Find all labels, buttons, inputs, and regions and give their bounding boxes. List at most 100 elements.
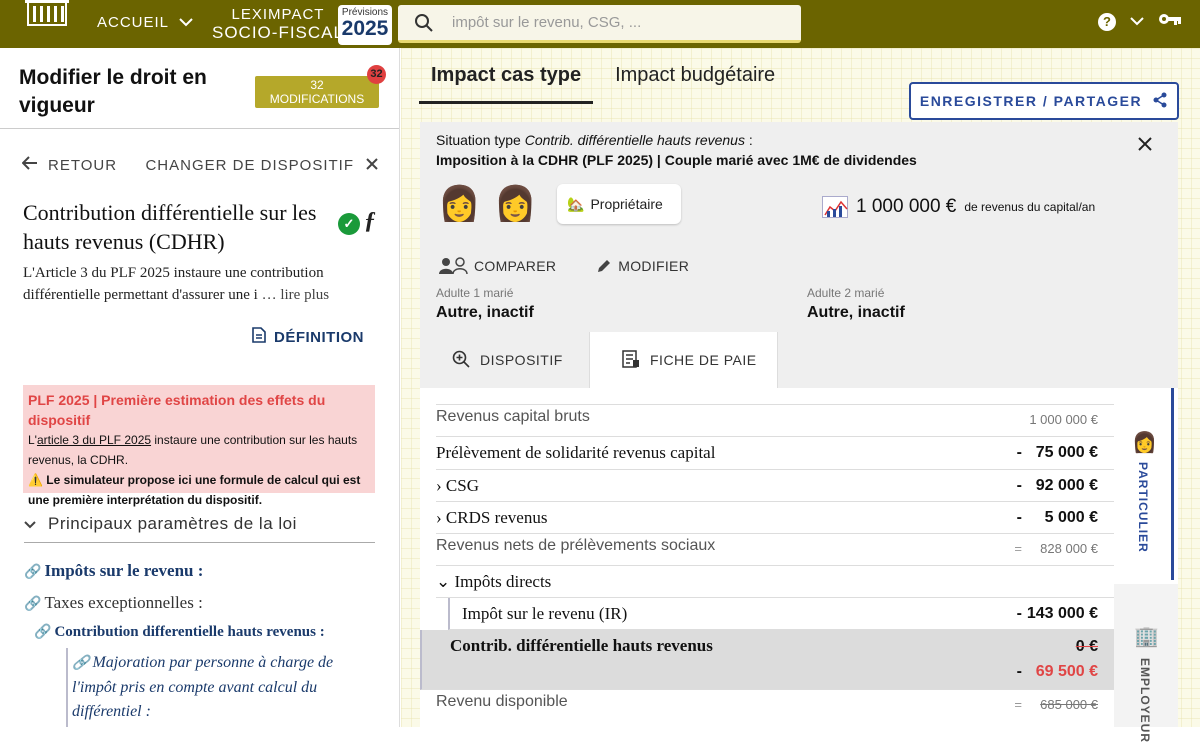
main-tabs: Impact cas type Impact budgétaire bbox=[419, 48, 787, 104]
verified-check-icon: ✓ bbox=[338, 213, 360, 235]
table-row-highlighted: Contrib. différentielle hauts revenus 0 … bbox=[420, 630, 1114, 690]
help-icon[interactable]: ? bbox=[1098, 12, 1116, 31]
previsions-badge: Prévisions 2025 bbox=[338, 5, 392, 45]
link-impots-revenu[interactable]: 🔗 Impôts sur le revenu : bbox=[24, 561, 203, 581]
link-cdhr[interactable]: 🔗 Contribution differentielle hauts reven… bbox=[34, 624, 325, 641]
modify-button[interactable]: MODIFIER bbox=[596, 257, 689, 275]
params-section-toggle[interactable]: Principaux paramètres de la loi bbox=[24, 514, 375, 543]
close-icon[interactable] bbox=[366, 157, 378, 174]
table-row: Revenus capital bruts 1 000 000 € bbox=[436, 404, 1114, 437]
building-icon: 🏢 bbox=[1134, 626, 1159, 648]
pencil-icon bbox=[596, 258, 612, 274]
table-row-expandable[interactable]: ⌄ Impôts directs bbox=[436, 566, 1114, 598]
adult2-label: Adulte 2 marié bbox=[807, 286, 885, 300]
tab-impact-budgetaire[interactable]: Impact budgétaire bbox=[603, 48, 787, 104]
save-share-button[interactable]: ENREGISTRER / PARTAGER bbox=[909, 82, 1179, 120]
table-row-expandable[interactable]: › CSG - 92 000 € bbox=[436, 470, 1114, 502]
change-provision-button[interactable]: CHANGER DE DISPOSITIF bbox=[145, 157, 378, 174]
left-panel: Modifier le droit en vigueur 32 MODIFICA… bbox=[0, 48, 400, 727]
compare-button[interactable]: COMPARER bbox=[438, 257, 556, 275]
read-more-link[interactable]: … lire plus bbox=[262, 287, 330, 303]
table-row: Prélèvement de solidarité revenus capita… bbox=[436, 437, 1114, 470]
top-bar: ACCUEIL LEXIMPACT SOCIO-FISCAL Prévision… bbox=[0, 0, 1200, 48]
capital-chart-icon bbox=[822, 196, 848, 218]
alert-text: L'article 3 du PLF 2025 instaure une con… bbox=[28, 433, 358, 467]
situation-header: Situation type Contrib. différentielle h… bbox=[436, 132, 917, 168]
person-adult-1-icon[interactable]: 👩 bbox=[438, 184, 482, 224]
person-adult-2-icon[interactable]: 👩 bbox=[494, 184, 538, 224]
definition-label: DÉFINITION bbox=[274, 328, 364, 346]
previsions-year: 2025 bbox=[341, 17, 389, 40]
assemblee-nationale-logo[interactable] bbox=[18, 0, 76, 46]
side-tab-particulier-label: PARTICULIER bbox=[1136, 462, 1150, 553]
alert-title: PLF 2025 | Première estimation des effet… bbox=[28, 392, 326, 428]
owner-chip[interactable]: 🏡 Propriétaire bbox=[557, 184, 681, 224]
document-icon bbox=[252, 327, 266, 347]
compare-label: COMPARER bbox=[474, 258, 557, 274]
provision-title: Contribution différentielle sur les haut… bbox=[23, 200, 317, 254]
arrow-left-icon bbox=[21, 156, 38, 174]
person-icon: 👩 bbox=[1132, 432, 1157, 454]
table-row-expandable[interactable]: › CRDS revenus - 5 000 € bbox=[436, 502, 1114, 534]
accueil-menu[interactable]: ACCUEIL bbox=[97, 14, 193, 31]
compare-persons-icon bbox=[438, 257, 468, 275]
owner-label: Propriétaire bbox=[590, 196, 663, 212]
link-majoration[interactable]: 🔗 Majoration par personne à charge de l'i… bbox=[72, 651, 342, 724]
revenue-amount: 1 000 000 € bbox=[856, 196, 957, 217]
brand-line2: SOCIO-FISCAL bbox=[212, 23, 344, 42]
revenue-label: de revenus du capital/an bbox=[964, 200, 1096, 214]
search-bar bbox=[398, 5, 801, 43]
table-row: Revenu disponible = 685 000 € bbox=[436, 693, 1098, 712]
accueil-label: ACCUEIL bbox=[97, 14, 170, 31]
tab-fiche-de-paie[interactable]: FICHE DE PAIE bbox=[589, 332, 778, 388]
side-tab-employeur[interactable]: 🏢 EMPLOYEUR bbox=[1114, 584, 1178, 743]
case-card: Situation type Contrib. différentielle h… bbox=[420, 122, 1178, 743]
modifications-badge: 32 bbox=[367, 65, 386, 84]
modifications-count: 32 bbox=[310, 78, 324, 92]
modify-label: MODIFIER bbox=[618, 258, 690, 274]
back-button[interactable]: RETOUR bbox=[21, 156, 117, 174]
brand-line1: LEXIMPACT bbox=[231, 6, 325, 23]
tab-dispositif[interactable]: DISPOSITIF bbox=[452, 332, 563, 388]
sub-tabs: DISPOSITIF FICHE DE PAIE bbox=[420, 332, 1178, 388]
side-tabs: 👩 PARTICULIER 🏢 EMPLOYEUR bbox=[1114, 388, 1178, 743]
side-tab-particulier[interactable]: 👩 PARTICULIER bbox=[1114, 388, 1174, 580]
article-link[interactable]: article 3 du PLF 2025 bbox=[37, 433, 151, 447]
panel-title: Modifier le droit en vigueur bbox=[19, 66, 207, 117]
capital-revenue[interactable]: 1 000 000 € de revenus du capital/an bbox=[822, 196, 1095, 218]
chevron-down-icon[interactable] bbox=[1130, 13, 1144, 31]
search-input[interactable] bbox=[452, 14, 782, 31]
tab-impact-cas-type[interactable]: Impact cas type bbox=[419, 48, 594, 104]
tab-fiche-de-paie-label: FICHE DE PAIE bbox=[650, 352, 757, 368]
adult1-label: Adulte 1 marié bbox=[436, 286, 514, 300]
modifications-label: MODIFICATIONS bbox=[269, 92, 365, 106]
adult1-value: Autre, inactif bbox=[436, 304, 534, 321]
brand[interactable]: LEXIMPACT SOCIO-FISCAL bbox=[212, 6, 344, 42]
link-taxes-exceptionnelles[interactable]: 🔗 Taxes exceptionnelles : bbox=[24, 593, 203, 613]
chevron-down-icon bbox=[24, 514, 36, 534]
link-icon: 🔗 bbox=[24, 597, 42, 612]
chevron-down-icon bbox=[179, 14, 193, 31]
provision-description: L'Article 3 du PLF 2025 instaure une con… bbox=[23, 262, 368, 306]
key-icon[interactable] bbox=[1158, 12, 1182, 31]
link-icon: 🔗 bbox=[34, 625, 52, 640]
modifications-button[interactable]: 32 MODIFICATIONS bbox=[255, 76, 379, 108]
close-icon[interactable] bbox=[1138, 134, 1152, 157]
plf-alert: PLF 2025 | Première estimation des effet… bbox=[23, 385, 375, 507]
adult2-value: Autre, inactif bbox=[807, 304, 905, 321]
house-icon: 🏡 bbox=[567, 195, 585, 212]
side-tab-employeur-label: EMPLOYEUR bbox=[1138, 658, 1152, 743]
definition-button[interactable]: DÉFINITION bbox=[252, 327, 364, 347]
divider bbox=[0, 128, 399, 129]
save-share-label: ENREGISTRER / PARTAGER bbox=[919, 93, 1143, 109]
link-icon: 🔗 bbox=[24, 565, 42, 580]
formula-icon[interactable]: ƒ bbox=[364, 208, 376, 235]
tab-dispositif-label: DISPOSITIF bbox=[480, 352, 563, 368]
payslip-table: Revenus capital bruts 1 000 000 € Prélèv… bbox=[420, 388, 1114, 727]
table-row: Impôt sur le revenu (IR) - 143 000 € bbox=[448, 598, 1114, 630]
table-row: Revenus nets de prélèvements sociaux = 8… bbox=[436, 534, 1114, 566]
zoom-plus-icon bbox=[452, 350, 470, 371]
change-provision-label: CHANGER DE DISPOSITIF bbox=[145, 156, 354, 174]
share-icon bbox=[1152, 92, 1168, 111]
params-heading: Principaux paramètres de la loi bbox=[48, 514, 297, 533]
